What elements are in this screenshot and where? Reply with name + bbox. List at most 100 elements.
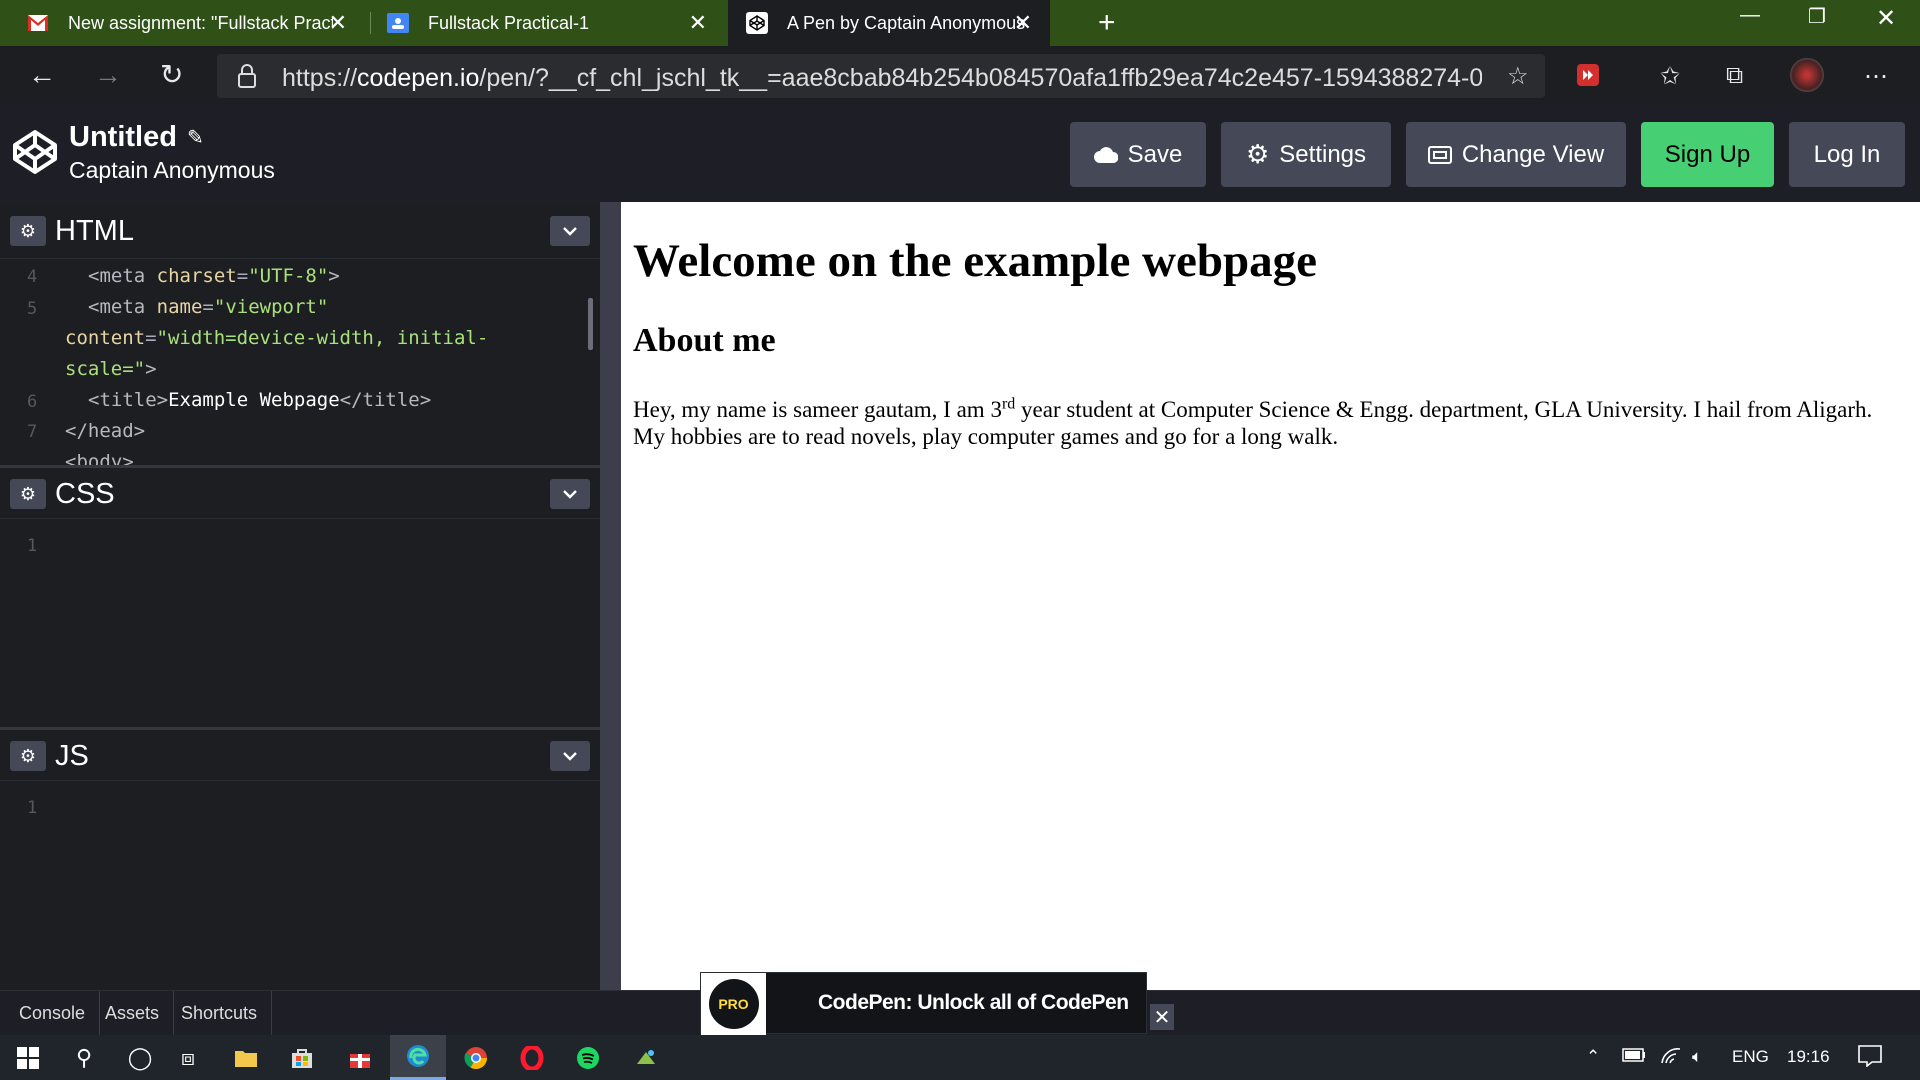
spotify-icon[interactable] [560,1035,616,1080]
css-settings-gear-icon[interactable]: ⚙ [10,479,46,509]
tab-codepen[interactable]: A Pen by Captain Anonymous ✕ [728,0,1050,46]
close-tab-icon[interactable]: ✕ [1014,12,1032,34]
css-panel-header: ⚙ CSS [0,465,600,519]
edit-pencil-icon[interactable]: ✎ [187,125,204,150]
minimize-icon[interactable]: — [1740,4,1760,27]
chevron-down-icon[interactable] [550,479,590,509]
forward-icon[interactable]: → [94,60,122,90]
clock[interactable]: 19:16 [1787,1047,1830,1067]
edge-taskbar-icon[interactable] [390,1035,446,1080]
tab-gmail[interactable]: New assignment: "Fullstack Pract ✕ [0,0,365,46]
extension-icon[interactable] [1577,64,1599,93]
close-tab-icon[interactable]: ✕ [689,12,707,34]
pen-author: Captain Anonymous [69,157,275,183]
save-label: Save [1127,140,1183,168]
settings-button[interactable]: ⚙ Settings [1221,122,1391,187]
avatar[interactable] [1790,58,1824,92]
codepen-icon [745,11,769,35]
line-number: 1 [27,798,38,818]
back-icon[interactable]: ← [28,60,56,90]
collections-icon[interactable]: ⧉ [1726,62,1743,90]
log-in-label: Log In [1813,140,1881,168]
chevron-down-icon[interactable] [550,741,590,771]
console-button[interactable]: Console [5,991,101,1036]
code-line: <meta charset="UTF-8"> [88,265,340,287]
code-line: content="width=device-width, initial- [65,327,489,349]
assets-button[interactable]: Assets [91,991,175,1036]
pane-resizer[interactable] [600,202,621,990]
favorite-star-icon[interactable]: ☆ [1507,62,1529,91]
css-panel-title: CSS [55,478,115,510]
change-view-button[interactable]: Change View [1406,122,1626,187]
browser-tab-strip: New assignment: "Fullstack Pract ✕ Fulls… [0,0,1920,46]
url-host: codepen.io [357,64,480,92]
change-view-label: Change View [1461,140,1605,168]
paragraph-text-start: Hey, my name is sameer gautam, I am 3 [633,397,1002,422]
close-window-icon[interactable]: ✕ [1876,4,1896,33]
preview-subheading: About me [633,322,776,359]
js-code-editor[interactable]: 1 [0,782,600,990]
url-text: https://codepen.io/pen/?__cf_chl_jschl_t… [282,64,1482,93]
opera-icon[interactable] [504,1035,560,1080]
lock-icon [237,64,257,93]
url-path: /pen/?__cf_chl_jschl_tk__=aae8cbab84b254… [479,64,1482,92]
code-line: <meta name="viewport" [88,296,329,318]
tab-title: Fullstack Practical-1 [428,12,590,33]
gear-icon: ⚙ [1245,139,1270,169]
task-view-icon[interactable]: ⧈ [160,1035,216,1080]
chrome-icon[interactable] [448,1035,504,1080]
sign-up-label: Sign Up [1664,140,1751,168]
html-settings-gear-icon[interactable]: ⚙ [10,216,46,246]
css-code-editor[interactable]: 1 [0,520,600,727]
address-toolbar: ← → ↻ https://codepen.io/pen/?__cf_chl_j… [0,46,1920,105]
gift-app-icon[interactable] [332,1035,388,1080]
app-icon[interactable] [618,1035,674,1080]
shortcuts-button[interactable]: Shortcuts [167,991,273,1036]
js-panel-title: JS [55,740,89,772]
store-icon[interactable] [274,1035,330,1080]
editor-pane: ⚙ HTML 4 <meta charset="UTF-8"> 5 <meta … [0,202,600,990]
save-button[interactable]: Save [1070,122,1206,187]
wifi-icon[interactable] [1660,1047,1682,1070]
notifications-icon[interactable] [1858,1045,1882,1072]
code-line: scale="> [65,358,157,380]
pro-badge-text: PRO [708,979,759,1029]
close-tab-icon[interactable]: ✕ [329,12,347,34]
url-bar[interactable]: https://codepen.io/pen/?__cf_chl_jschl_t… [217,54,1545,98]
language-indicator[interactable]: ENG [1732,1047,1769,1067]
codepen-header: Untitled ✎ Captain Anonymous Save ⚙ Sett… [0,105,1920,202]
paragraph-superscript: rd [1001,395,1016,413]
gmail-icon [26,11,50,35]
line-number: 1 [27,536,38,556]
line-number: 5 [27,299,38,319]
layout-icon [1427,145,1452,164]
pro-promo-banner[interactable]: PRO CodePen: Unlock all of CodePen [700,972,1147,1035]
pen-title[interactable]: Untitled [69,121,177,154]
windows-taskbar: ⚲ ◯ ⧈ ⌃ 🔈︎ ENG 19:16 [0,1035,1920,1080]
new-tab-icon[interactable]: + [1098,8,1116,38]
search-icon[interactable]: ⚲ [56,1035,112,1080]
more-menu-icon[interactable]: ⋯ [1864,62,1888,91]
favorites-icon[interactable]: ✩ [1660,62,1680,91]
codepen-logo[interactable] [12,129,58,175]
scrollbar-thumb[interactable] [588,298,593,350]
log-in-button[interactable]: Log In [1789,122,1905,187]
tab-classroom[interactable]: Fullstack Practical-1 ✕ [360,0,725,46]
refresh-icon[interactable]: ↻ [160,60,183,90]
code-line: <title>Example Webpage</title> [88,389,432,411]
close-promo-icon[interactable]: ✕ [1150,1004,1174,1030]
js-settings-gear-icon[interactable]: ⚙ [10,741,46,771]
html-code-editor[interactable]: 4 <meta charset="UTF-8"> 5 <meta name="v… [0,259,600,465]
file-explorer-icon[interactable] [218,1035,274,1080]
code-line: </head> [65,420,146,442]
restore-icon[interactable]: ❐ [1808,4,1826,29]
sign-up-button[interactable]: Sign Up [1641,122,1774,187]
volume-icon[interactable]: 🔈︎ [1692,1047,1702,1067]
windows-start-icon[interactable] [0,1035,56,1080]
chevron-down-icon[interactable] [550,216,590,246]
pro-badge-icon: PRO [701,973,766,1035]
battery-icon[interactable] [1622,1047,1646,1067]
google-classroom-icon [386,11,410,35]
line-number: 7 [27,422,38,442]
show-hidden-icons-icon[interactable]: ⌃ [1586,1047,1600,1067]
